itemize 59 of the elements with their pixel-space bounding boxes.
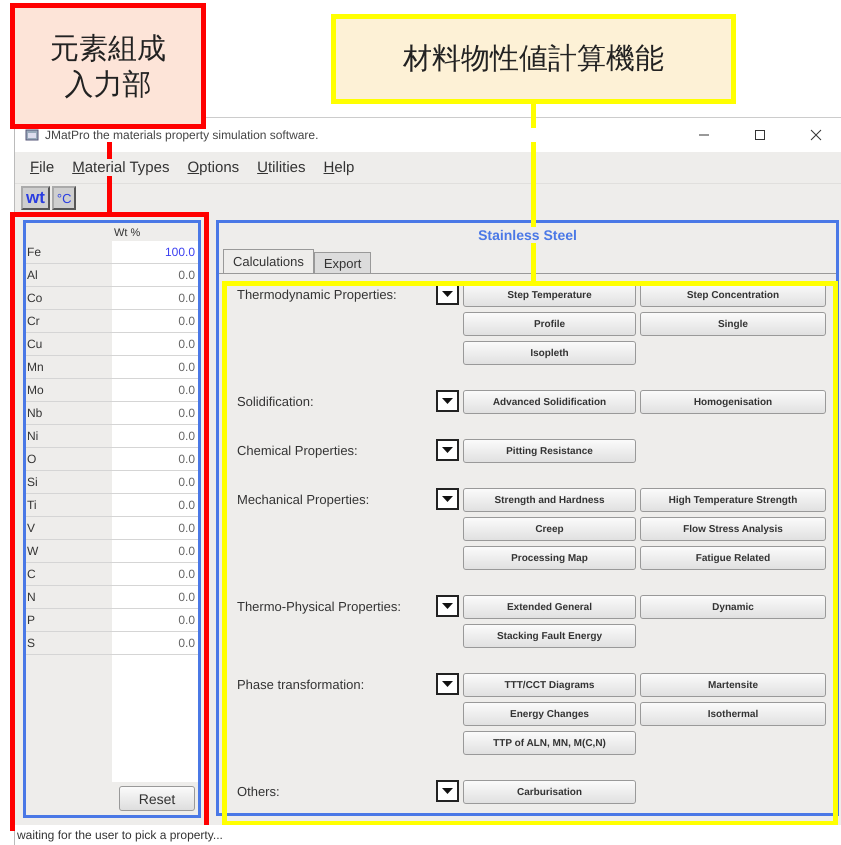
calculation-button[interactable]: Stacking Fault Energy — [463, 624, 636, 648]
dropdown-button[interactable] — [436, 595, 459, 617]
maximize-icon — [754, 129, 766, 141]
caret-icon — [442, 398, 453, 404]
dropdown-button[interactable] — [436, 780, 459, 802]
material-title: Stainless Steel — [478, 227, 577, 243]
column-header: Wt % — [112, 223, 198, 241]
caret-icon — [442, 290, 453, 298]
tab[interactable]: Calculations — [223, 249, 314, 273]
status-text: waiting for the user to pick a property... — [15, 825, 841, 845]
calculation-button[interactable]: Pitting Resistance — [463, 439, 636, 463]
reset-button[interactable]: Reset — [119, 786, 195, 811]
calculation-button[interactable]: Advanced Solidification — [463, 390, 636, 414]
calculation-button[interactable]: Strength and Hardness — [463, 488, 636, 512]
app-icon — [25, 128, 39, 142]
section-label: Others: — [237, 783, 281, 801]
calculation-button[interactable]: Profile — [463, 312, 636, 336]
calculation-button[interactable]: Single — [640, 312, 826, 336]
calculation-button[interactable]: Isopleth — [463, 341, 636, 365]
menu-item[interactable]: Material Types — [71, 159, 170, 176]
calculation-button[interactable]: Dynamic — [640, 595, 826, 619]
menu-item[interactable]: Utilities — [256, 159, 307, 176]
calculation-button[interactable]: Isothermal — [640, 702, 826, 726]
caret-icon — [442, 680, 453, 688]
caret-icon — [442, 602, 453, 610]
calculation-button[interactable]: Energy Changes — [463, 702, 636, 726]
menu-item[interactable]: Help — [322, 159, 356, 176]
dropdown-button[interactable] — [436, 439, 459, 461]
caret-icon — [442, 496, 453, 502]
section-label: Chemical Properties: — [237, 442, 359, 460]
menu-item[interactable]: File — [29, 159, 56, 176]
section-label: Phase transformation: — [237, 676, 366, 694]
calculation-button[interactable]: Carburisation — [463, 780, 636, 804]
calculation-button[interactable]: High Temperature Strength — [640, 488, 826, 512]
dropdown-button[interactable] — [436, 488, 459, 510]
calculation-button[interactable]: Homogenisation — [640, 390, 826, 414]
tab[interactable]: Export — [314, 252, 372, 273]
caret-icon — [442, 446, 453, 454]
dropdown-button[interactable] — [436, 390, 459, 412]
calculation-button[interactable]: Fatigue Related — [640, 546, 826, 570]
calculation-button[interactable]: TTP of ALN, MN, M(C,N) — [463, 731, 636, 755]
calculation-button[interactable]: Processing Map — [463, 546, 636, 570]
unit-toggle[interactable]: °C — [52, 186, 76, 210]
annotation-callout: 材料物性値計算機能 — [331, 14, 736, 104]
section-label: Thermo-Physical Properties: — [237, 598, 402, 616]
calculation-button[interactable]: Creep — [463, 517, 636, 541]
caret-icon — [442, 788, 453, 794]
calculation-button[interactable]: Extended General — [463, 595, 636, 619]
unit-toggle[interactable]: wt — [21, 186, 50, 210]
annotation-callout: 元素組成 入力部 — [10, 3, 206, 129]
section-label: Mechanical Properties: — [237, 491, 370, 509]
calculation-button[interactable]: TTT/CCT Diagrams — [463, 673, 636, 697]
menu-item[interactable]: Options — [186, 159, 240, 176]
calculation-button[interactable]: Martensite — [640, 673, 826, 697]
section-label: Thermodynamic Properties: — [237, 286, 398, 304]
close-icon — [810, 129, 822, 141]
dropdown-button[interactable] — [436, 673, 459, 695]
section-label: Solidification: — [237, 393, 315, 411]
calculation-button[interactable]: Flow Stress Analysis — [640, 517, 826, 541]
